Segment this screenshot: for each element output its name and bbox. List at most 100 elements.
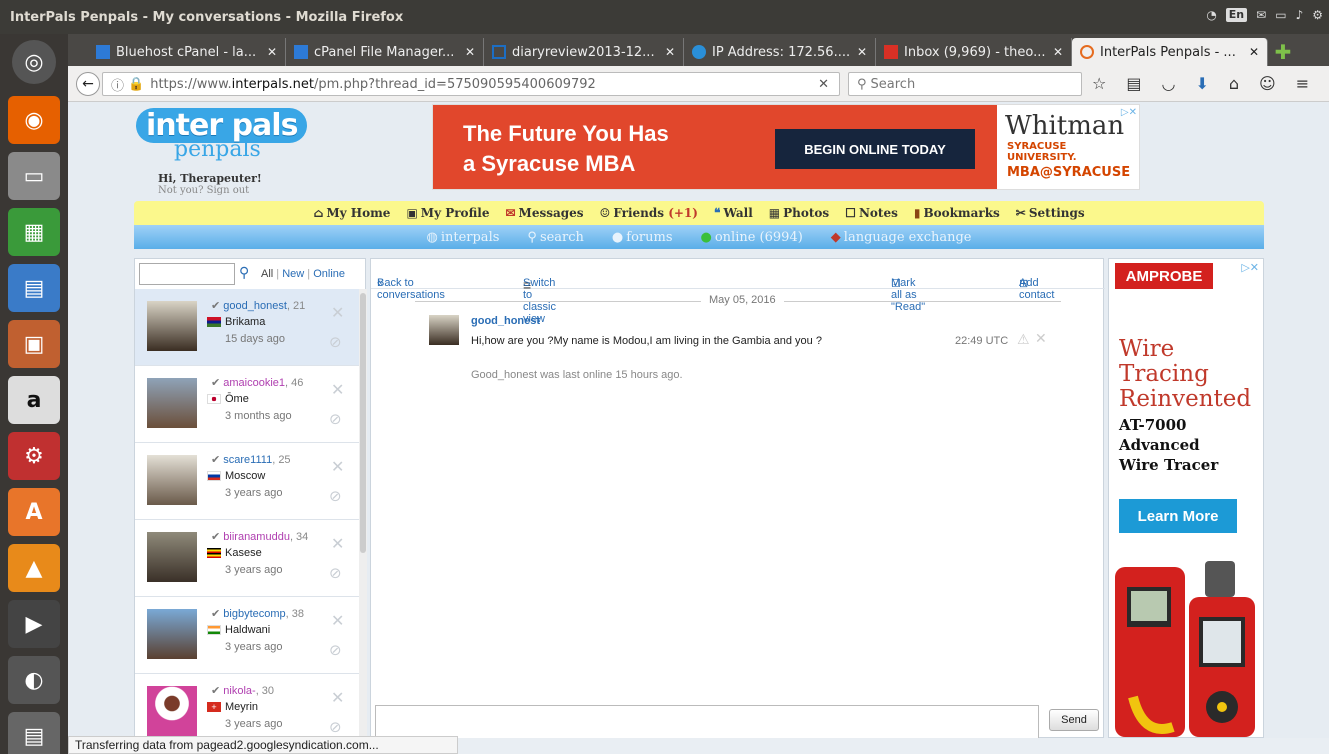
tab-inbox[interactable]: Inbox (9,969) - theo... ✕ bbox=[876, 38, 1072, 66]
block-icon[interactable]: ⊘ bbox=[329, 410, 342, 428]
tab-diaryreview[interactable]: diaryreview2013-12... ✕ bbox=[484, 38, 684, 66]
submenu-search[interactable]: ⚲ search bbox=[527, 230, 584, 245]
conversation-username[interactable]: good_honest bbox=[223, 300, 287, 312]
avatar[interactable] bbox=[147, 378, 197, 428]
menu-friends[interactable]: ☺ Friends (+1) bbox=[600, 206, 698, 220]
settings-gear-icon[interactable]: ⚙ bbox=[1312, 8, 1323, 22]
conversation-item[interactable]: ✔ good_honest, 21 Brikama 15 days ago ✕ … bbox=[135, 289, 359, 366]
software-center-icon[interactable]: A bbox=[8, 488, 60, 536]
conversation-item[interactable]: ✔ biiranamuddu, 34 Kasese 3 years ago ✕ … bbox=[135, 520, 359, 597]
dash-home-icon[interactable]: ◎ bbox=[12, 40, 56, 84]
conversation-item[interactable]: ✔ nikola-, 30 + Meyrin 3 years ago ✕ ⊘ bbox=[135, 674, 359, 738]
block-icon[interactable]: ⊘ bbox=[329, 487, 342, 505]
spreadsheet-icon[interactable]: ▦ bbox=[8, 208, 60, 256]
avatar[interactable] bbox=[147, 609, 197, 659]
begin-online-button[interactable]: BEGIN ONLINE TODAY bbox=[775, 129, 975, 169]
menu-photos[interactable]: ▦ Photos bbox=[769, 206, 829, 220]
filter-all[interactable]: All bbox=[261, 268, 273, 280]
tab-bluehost[interactable]: Bluehost cPanel - la... ✕ bbox=[88, 38, 286, 66]
writer-icon[interactable]: ▤ bbox=[8, 264, 60, 312]
firefox-icon[interactable]: ◉ bbox=[8, 96, 60, 144]
default-female-avatar[interactable] bbox=[147, 686, 197, 736]
close-icon[interactable]: ✕ bbox=[1053, 45, 1063, 59]
menu-messages[interactable]: ✉ Messages bbox=[505, 206, 583, 220]
close-icon[interactable]: ✕ bbox=[267, 45, 277, 59]
app-icon-1[interactable]: ▶ bbox=[8, 600, 60, 648]
info-icon[interactable]: ⓘ bbox=[111, 75, 124, 94]
message-sender[interactable]: good_honest bbox=[471, 315, 540, 327]
files-icon[interactable]: ▭ bbox=[8, 152, 60, 200]
delete-message-icon[interactable]: ✕ bbox=[1035, 331, 1047, 347]
bookmarks-list-icon[interactable]: ▤ bbox=[1126, 74, 1141, 93]
message-avatar[interactable] bbox=[429, 315, 459, 345]
message-compose-input[interactable] bbox=[375, 705, 1039, 738]
avatar[interactable] bbox=[147, 455, 197, 505]
amazon-icon[interactable]: a bbox=[8, 376, 60, 424]
download-icon[interactable]: ⬇ bbox=[1195, 74, 1208, 93]
delete-conversation-icon[interactable]: ✕ bbox=[331, 534, 344, 553]
send-button[interactable]: Send bbox=[1049, 709, 1099, 731]
report-warning-icon[interactable]: ⚠ bbox=[1017, 332, 1030, 348]
emoji-icon[interactable]: ☺ bbox=[1259, 74, 1276, 93]
delete-conversation-icon[interactable]: ✕ bbox=[331, 380, 344, 399]
keyboard-layout[interactable]: En bbox=[1225, 8, 1248, 22]
conversation-username[interactable]: bigbytecomp bbox=[223, 608, 285, 620]
delete-conversation-icon[interactable]: ✕ bbox=[331, 457, 344, 476]
url-bar[interactable]: ⓘ 🔒 https://www. interpals.net/pm.php?thr… bbox=[102, 72, 840, 96]
search-input[interactable]: ⚲ Search bbox=[848, 72, 1082, 96]
block-icon[interactable]: ⊘ bbox=[329, 564, 342, 582]
adchoices-icon[interactable]: ▷✕ bbox=[1241, 261, 1259, 274]
close-icon[interactable]: ✕ bbox=[857, 45, 867, 59]
delete-conversation-icon[interactable]: ✕ bbox=[331, 303, 344, 322]
home-icon[interactable]: ⌂ bbox=[1229, 74, 1239, 93]
avatar[interactable] bbox=[147, 532, 197, 582]
bookmark-star-icon[interactable]: ☆ bbox=[1092, 74, 1106, 93]
conversation-item[interactable]: ✔ bigbytecomp, 38 Haldwani 3 years ago ✕… bbox=[135, 597, 359, 674]
submenu-online[interactable]: ● online (6994) bbox=[701, 230, 803, 245]
conversation-username[interactable]: nikola- bbox=[223, 685, 255, 697]
delete-conversation-icon[interactable]: ✕ bbox=[331, 611, 344, 630]
battery-icon[interactable]: ▭ bbox=[1275, 8, 1286, 22]
search-icon[interactable]: ⚲ bbox=[239, 265, 249, 281]
menu-icon[interactable]: ≡ bbox=[1296, 74, 1309, 93]
filter-new[interactable]: New bbox=[282, 268, 304, 280]
wifi-icon[interactable]: ◔ bbox=[1206, 8, 1216, 22]
tab-cpanel-file-manager[interactable]: cPanel File Manager... ✕ bbox=[286, 38, 484, 66]
new-tab-plus-icon[interactable]: ✚ bbox=[1268, 38, 1298, 66]
conversation-username[interactable]: scare1111 bbox=[223, 454, 272, 466]
close-icon[interactable]: ✕ bbox=[665, 45, 675, 59]
menu-my-home[interactable]: ⌂ My Home bbox=[313, 206, 390, 220]
submenu-interpals[interactable]: ◍ interpals bbox=[426, 230, 499, 245]
learn-more-button[interactable]: Learn More bbox=[1119, 499, 1237, 533]
block-icon[interactable]: ⊘ bbox=[329, 333, 342, 351]
close-icon[interactable]: ✕ bbox=[465, 45, 475, 59]
signout-link[interactable]: Not you? Sign out bbox=[158, 185, 249, 196]
block-icon[interactable]: ⊘ bbox=[329, 718, 342, 736]
conversation-username[interactable]: biiranamuddu bbox=[223, 531, 290, 543]
volume-icon[interactable]: ♪ bbox=[1296, 8, 1304, 22]
back-arrow-icon[interactable]: ← bbox=[76, 71, 100, 96]
tab-ip-address[interactable]: IP Address: 172.56.... ✕ bbox=[684, 38, 876, 66]
tab-interpals[interactable]: InterPals Penpals - ... ✕ bbox=[1072, 38, 1268, 66]
ad-banner-syracuse[interactable]: The Future You Has a Syracuse MBA BEGIN O… bbox=[432, 104, 1140, 190]
conversation-username[interactable]: amaicookie1 bbox=[223, 377, 285, 389]
pocket-icon[interactable]: ◡ bbox=[1161, 74, 1175, 93]
delete-conversation-icon[interactable]: ✕ bbox=[331, 688, 344, 707]
mail-icon[interactable]: ✉ bbox=[1256, 8, 1266, 22]
system-settings-icon[interactable]: ⚙ bbox=[8, 432, 60, 480]
vlc-icon[interactable]: ▲ bbox=[8, 544, 60, 592]
app-icon-2[interactable]: ◐ bbox=[8, 656, 60, 704]
menu-notes[interactable]: ☐ Notes bbox=[845, 206, 898, 220]
avatar[interactable] bbox=[147, 301, 197, 351]
conversation-item[interactable]: ✔ scare1111, 25 Moscow 3 years ago ✕ ⊘ bbox=[135, 443, 359, 520]
menu-bookmarks[interactable]: ▮ Bookmarks bbox=[914, 206, 1000, 220]
ad-sidebar-amprobe[interactable]: AMPROBE ▷✕ Wire Tracing Reinvented AT-7000… bbox=[1108, 258, 1264, 738]
clear-url-icon[interactable]: ✕ bbox=[818, 77, 829, 92]
conversation-item[interactable]: ✔ amaicookie1, 46 Ōme 3 months ago ✕ ⊘ bbox=[135, 366, 359, 443]
conversation-search-input[interactable] bbox=[139, 263, 235, 285]
close-icon[interactable]: ✕ bbox=[1249, 45, 1259, 59]
impress-icon[interactable]: ▣ bbox=[8, 320, 60, 368]
submenu-forums[interactable]: ● forums bbox=[612, 230, 673, 245]
conversation-list-scrollbar[interactable] bbox=[359, 289, 367, 738]
block-icon[interactable]: ⊘ bbox=[329, 641, 342, 659]
